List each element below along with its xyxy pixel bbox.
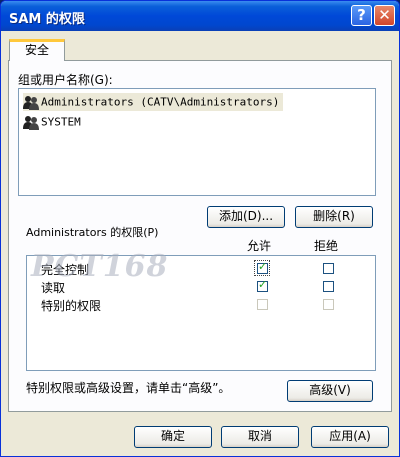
advanced-hint-text: 特别权限或高级设置，请单击“高级”。 <box>26 381 231 395</box>
close-button[interactable]: ✕ <box>374 5 395 26</box>
permission-name: 读取 <box>41 281 66 295</box>
help-button[interactable]: ? <box>351 5 372 26</box>
permissions-list: 完全控制 读取 特别的权限 <box>26 255 376 371</box>
permission-row-full-control: 完全控制 <box>27 260 375 278</box>
allow-checkbox[interactable] <box>257 260 268 274</box>
list-item-label: SYSTEM <box>41 115 81 129</box>
tab-security[interactable]: 安全 <box>9 39 65 61</box>
list-item-system[interactable]: SYSTEM <box>23 113 85 131</box>
permission-row-special: 特别的权限 <box>27 296 375 314</box>
deny-checkbox <box>323 299 334 310</box>
window-title: SAM 的权限 <box>9 12 85 27</box>
ok-button[interactable]: 确定 <box>134 426 212 448</box>
remove-button[interactable]: 删除(R) <box>295 206 373 228</box>
allow-column-header: 允许 <box>247 239 272 253</box>
list-item-label: Administrators (CATV\Administrators) <box>41 95 280 109</box>
apply-button[interactable]: 应用(A) <box>311 426 389 448</box>
list-item-administrators[interactable]: Administrators (CATV\Administrators) <box>23 93 284 111</box>
add-button[interactable]: 添加(D)... <box>207 206 285 228</box>
allow-checkbox[interactable] <box>257 278 268 292</box>
permission-name: 完全控制 <box>41 263 90 277</box>
allow-checkbox <box>257 299 268 310</box>
properties-dialog: SAM 的权限 ? ✕ 安全 组或用户名称(G): Administrators… <box>0 0 400 457</box>
permissions-label: Administrators 的权限(P) <box>26 226 159 239</box>
deny-column-header: 拒绝 <box>314 239 339 253</box>
deny-checkbox[interactable] <box>323 263 334 274</box>
advanced-button[interactable]: 高级(V) <box>287 380 373 402</box>
groups-label: 组或用户名称(G): <box>18 73 113 87</box>
permission-name: 特别的权限 <box>41 299 102 313</box>
title-bar[interactable]: SAM 的权限 ? ✕ <box>1 1 399 31</box>
deny-checkbox[interactable] <box>323 281 334 292</box>
group-user-list[interactable]: Administrators (CATV\Administrators) SYS… <box>18 88 376 196</box>
cancel-button[interactable]: 取消 <box>221 426 299 448</box>
permission-row-read: 读取 <box>27 278 375 296</box>
users-icon <box>23 96 39 110</box>
users-icon <box>23 116 39 130</box>
